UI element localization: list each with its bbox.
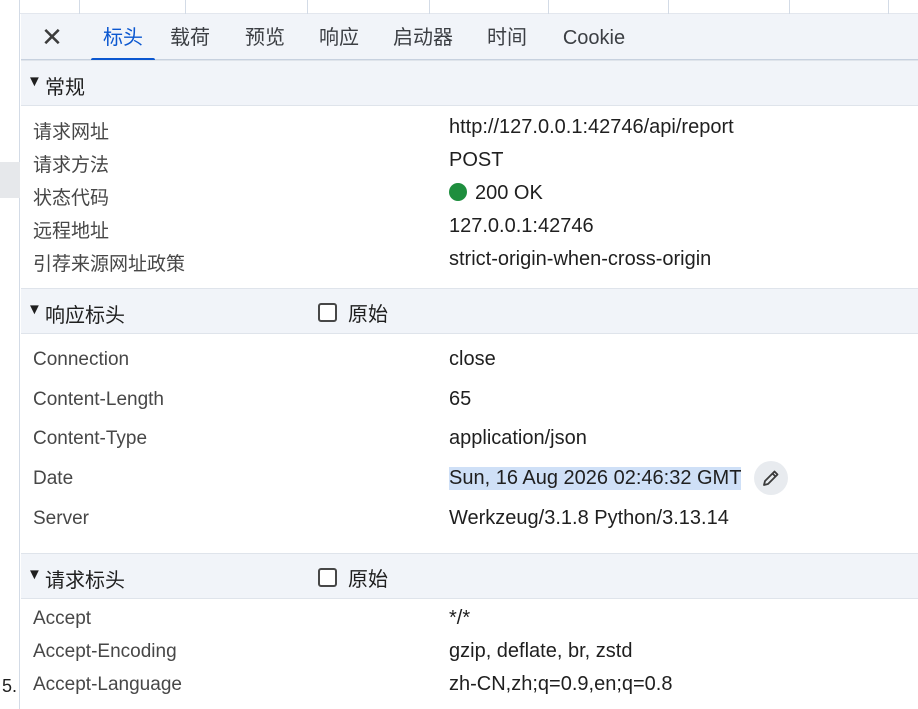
column-separator [548,0,549,14]
tab-preview[interactable]: 预览 [240,14,290,60]
triangle-down-icon: ▼ [27,566,42,583]
raw-toggle[interactable]: 原始 [318,300,388,326]
general-section-header[interactable]: ▼ 常规 [21,60,918,106]
section-title: 响应标头 [45,305,125,327]
triangle-down-icon: ▼ [27,301,42,318]
tab-cookies[interactable]: Cookie [556,14,632,60]
response-header-row: Content-Type application/json [21,424,918,457]
response-header-row: Content-Length 65 [21,385,918,418]
pencil-glyph [763,470,779,486]
status-text: 200 OK [475,182,543,204]
header-value[interactable]: POST [449,149,503,172]
request-header-row: Accept-Encoding gzip, deflate, br, zstd [21,637,918,670]
tab-initiator[interactable]: 启动器 [388,14,458,60]
left-pane-fragment: 5. [2,676,18,696]
raw-checkbox[interactable] [318,302,337,322]
triangle-down-icon: ▼ [27,73,42,90]
response-header-row: Connection close [21,345,918,378]
column-separator [429,0,430,14]
header-key: Accept-Language [33,674,182,695]
response-header-row: Server Werkzeug/3.1.8 Python/3.13.14 [21,504,918,537]
column-separator [789,0,790,14]
left-pane-edge: 5. [0,0,20,709]
tab-headers[interactable]: 标头 [91,14,155,61]
column-separator [888,0,889,14]
column-separator [668,0,669,14]
section-title: 请求标头 [45,570,125,592]
general-row: 请求网址 http://127.0.0.1:42746/api/report [21,113,918,146]
headers-panel: ✕ 标头 载荷 预览 响应 启动器 时间 Cookie ▼ 常规 请求网址 ht… [21,14,918,709]
tab-timing[interactable]: 时间 [482,14,532,60]
header-value[interactable]: close [449,348,496,371]
raw-toggle[interactable]: 原始 [318,565,388,591]
close-icon[interactable]: ✕ [39,22,65,52]
response-headers-section-header[interactable]: ▼ 响应标头 原始 [21,288,918,334]
header-key: Connection [33,349,130,370]
raw-label: 原始 [348,568,388,591]
column-separator [79,0,80,14]
header-key: Content-Type [33,428,148,449]
header-value[interactable]: Werkzeug/3.1.8 Python/3.13.14 [449,507,729,530]
header-value[interactable]: */* [449,607,470,630]
raw-checkbox[interactable] [318,567,337,587]
header-key: 远程地址 [33,221,110,242]
pencil-icon[interactable] [754,461,788,495]
header-key: 请求方法 [33,155,110,176]
status-dot-icon [449,183,467,201]
section-title: 常规 [45,77,85,99]
raw-label: 原始 [348,303,388,326]
request-header-row: Accept-Language zh-CN,zh;q=0.9,en;q=0.8 [21,670,918,703]
request-header-row: Accept */* [21,604,918,637]
header-key: 请求网址 [33,122,110,143]
column-separator [307,0,308,14]
header-key: Date [33,468,74,489]
tab-response[interactable]: 响应 [314,14,364,60]
header-value[interactable]: 127.0.0.1:42746 [449,215,594,238]
general-row: 请求方法 POST [21,146,918,179]
status-value[interactable]: 200 OK [449,182,543,205]
header-key: Server [33,508,89,529]
header-key: Accept-Encoding [33,641,177,662]
header-value[interactable]: strict-origin-when-cross-origin [449,248,711,271]
details-tabbar: ✕ 标头 载荷 预览 响应 启动器 时间 Cookie [21,14,918,61]
header-key: 引荐来源网址政策 [33,254,186,275]
header-key: Content-Length [33,389,164,410]
column-separator [185,0,186,14]
header-key: Accept [33,608,92,629]
request-headers-section-header[interactable]: ▼ 请求标头 原始 [21,553,918,599]
general-row: 状态代码 200 OK [21,179,918,212]
request-list-edge [20,0,918,14]
header-key: 状态代码 [33,188,110,209]
header-value[interactable]: application/json [449,427,587,450]
header-value[interactable]: http://127.0.0.1:42746/api/report [449,116,734,139]
tab-payload[interactable]: 载荷 [165,14,215,60]
row-highlight [0,162,20,198]
header-value[interactable]: gzip, deflate, br, zstd [449,640,632,663]
response-header-row: Date Sun, 16 Aug 2026 02:46:32 GMT [21,461,918,497]
header-value[interactable]: zh-CN,zh;q=0.9,en;q=0.8 [449,673,672,696]
general-row: 远程地址 127.0.0.1:42746 [21,212,918,245]
header-value[interactable]: 65 [449,388,471,411]
header-value-selected[interactable]: Sun, 16 Aug 2026 02:46:32 GMT [449,467,742,490]
general-row: 引荐来源网址政策 strict-origin-when-cross-origin [21,245,918,278]
